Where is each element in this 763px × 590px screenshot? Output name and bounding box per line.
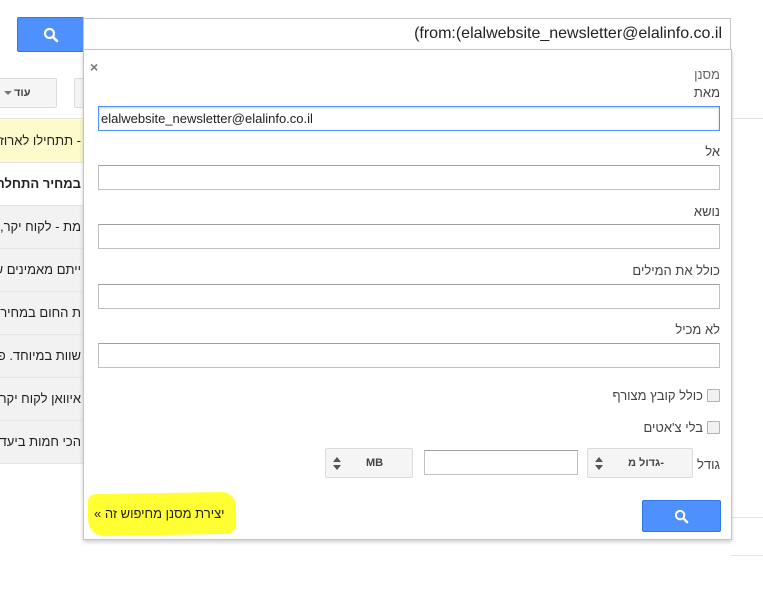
search-query-text: (from:(elalwebsite_newsletter@elalinfo.c… — [414, 25, 722, 42]
search-options-panel: × מסנן מאת elalwebsite_newsletter@elalin… — [83, 49, 732, 540]
list-item-snippet: ייתם מאמינים ש — [0, 262, 81, 277]
divider — [731, 517, 763, 518]
divider — [731, 555, 763, 556]
no-chats-checkbox[interactable] — [707, 421, 720, 434]
create-filter-link[interactable]: יצירת מסנן מחיפוש זה » — [94, 506, 225, 521]
list-item-snippet: ת החום במחירים — [0, 305, 81, 320]
list-item[interactable]: איוואן לקוח יקר — [0, 378, 83, 421]
panel-title: מסנן — [694, 67, 720, 82]
doesnt-have-label: לא מכיל — [675, 322, 720, 337]
from-label: מאת — [693, 85, 720, 100]
divider — [731, 118, 763, 119]
has-attachment-label: כולל קובץ מצורף — [612, 388, 704, 403]
search-icon — [43, 27, 58, 42]
select-arrows-icon — [333, 457, 341, 471]
list-item[interactable]: ת החום במחירים — [0, 292, 83, 335]
search-button[interactable] — [17, 17, 84, 52]
to-label: אל — [705, 144, 720, 159]
close-icon[interactable]: × — [90, 59, 98, 75]
more-button[interactable]: עוד — [0, 78, 57, 108]
size-unit-select[interactable]: MB — [325, 448, 413, 478]
doesnt-have-field[interactable] — [98, 343, 720, 368]
subject-field[interactable] — [98, 224, 720, 249]
chevron-down-icon — [4, 91, 12, 95]
size-value-field[interactable] — [424, 450, 578, 475]
no-chats-option[interactable]: בלי צ'אטים — [643, 420, 720, 435]
gmail-search-screen: עוד - תתחילו לארוז במחיר התחלת מת - לקוח… — [0, 0, 763, 590]
size-label: גודל — [697, 457, 720, 472]
select-arrows-icon — [595, 457, 603, 471]
list-item[interactable]: מת - לקוח יקר, — [0, 206, 83, 249]
list-item[interactable]: ייתם מאמינים ש — [0, 249, 83, 292]
list-item[interactable]: הכי חמות ביעד — [0, 421, 83, 464]
list-item[interactable]: שוות במיוחד. פ — [0, 335, 83, 378]
has-attachment-option[interactable]: כולל קובץ מצורף — [612, 388, 720, 403]
list-item-snippet: מת - לקוח יקר, — [0, 219, 81, 234]
more-button-label: עוד — [14, 87, 31, 99]
has-attachment-checkbox[interactable] — [707, 389, 720, 402]
list-item-snippet: שוות במיוחד. פ — [0, 348, 81, 363]
list-item-snippet: במחיר התחלת — [0, 176, 81, 191]
list-item-snippet: - תתחילו לארוז — [0, 133, 81, 148]
divider — [0, 118, 83, 119]
list-item-snippet: הכי חמות ביעד — [0, 434, 81, 449]
size-unit-value: MB — [366, 457, 384, 469]
panel-search-button[interactable] — [642, 500, 721, 532]
from-field-value: elalwebsite_newsletter@elalinfo.co.il — [101, 111, 313, 126]
list-item[interactable]: במחיר התחלת — [0, 163, 83, 206]
list-item[interactable]: - תתחילו לארוז — [0, 120, 83, 163]
search-input[interactable]: (from:(elalwebsite_newsletter@elalinfo.c… — [83, 18, 731, 50]
has-words-field[interactable] — [98, 284, 720, 309]
no-chats-label: בלי צ'אטים — [643, 420, 703, 435]
search-icon — [674, 509, 689, 523]
list-item-snippet: איוואן לקוח יקר — [0, 391, 81, 406]
to-field[interactable] — [98, 165, 720, 190]
has-words-label: כולל את המילים — [632, 263, 720, 278]
size-operator-select[interactable]: גדול מ- — [587, 448, 693, 478]
subject-label: נושא — [693, 204, 720, 219]
from-field[interactable]: elalwebsite_newsletter@elalinfo.co.il — [98, 106, 720, 131]
size-operator-value: גדול מ- — [628, 457, 664, 469]
